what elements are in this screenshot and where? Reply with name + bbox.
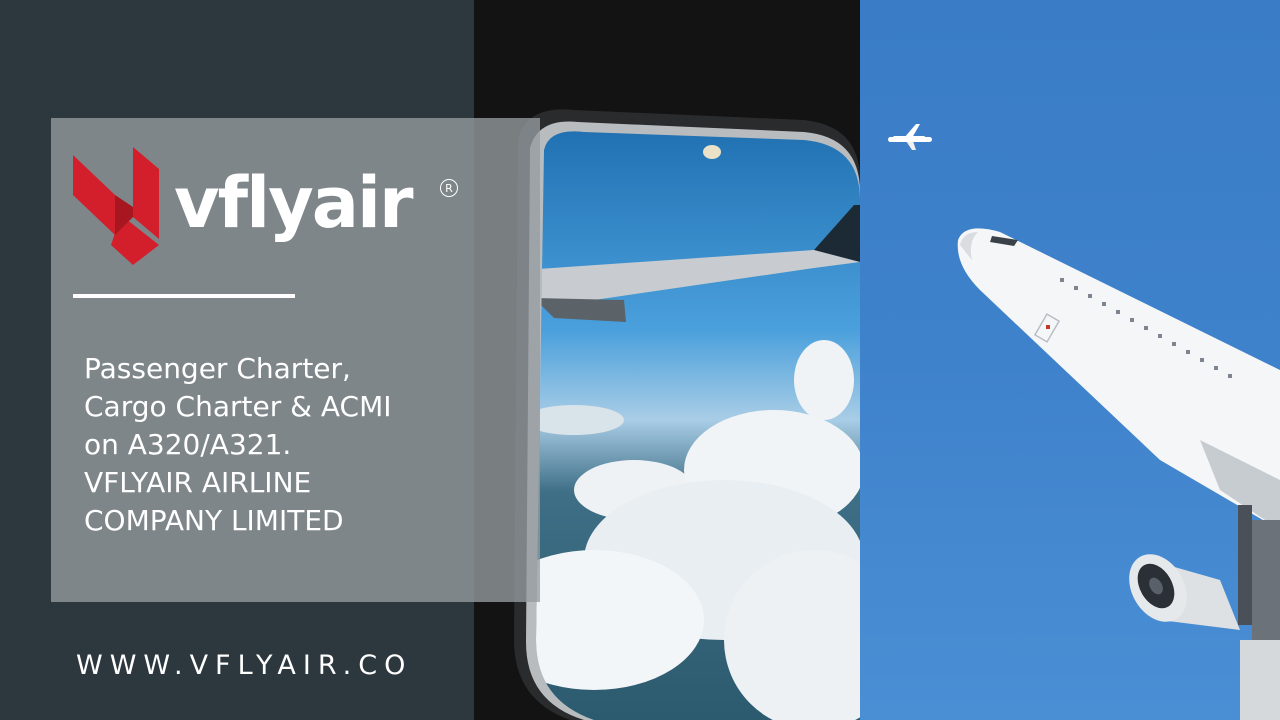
tagline-line: on A320/A321. <box>84 428 292 461</box>
engine-icon <box>1129 554 1240 630</box>
distant-plane-icon <box>888 124 932 150</box>
brand-name: vflyair <box>174 162 413 244</box>
registered-mark: R <box>440 179 458 197</box>
divider <box>73 294 295 298</box>
slide: vflyair R Passenger Charter, Cargo Chart… <box>0 0 1280 720</box>
website-link[interactable]: WWW.VFLYAIR.CO <box>76 650 412 681</box>
tagline-line: Cargo Charter & ACMI <box>84 390 392 423</box>
tagline-line: Passenger Charter, <box>84 352 351 385</box>
airplane-illustration <box>888 124 1280 720</box>
tagline-line: COMPANY LIMITED <box>84 504 344 537</box>
vflyair-logo-icon <box>73 147 159 265</box>
tagline-line: VFLYAIR AIRLINE <box>84 466 312 499</box>
tagline: Passenger Charter, Cargo Charter & ACMI … <box>84 350 524 540</box>
sky-airplane-image <box>860 0 1280 720</box>
